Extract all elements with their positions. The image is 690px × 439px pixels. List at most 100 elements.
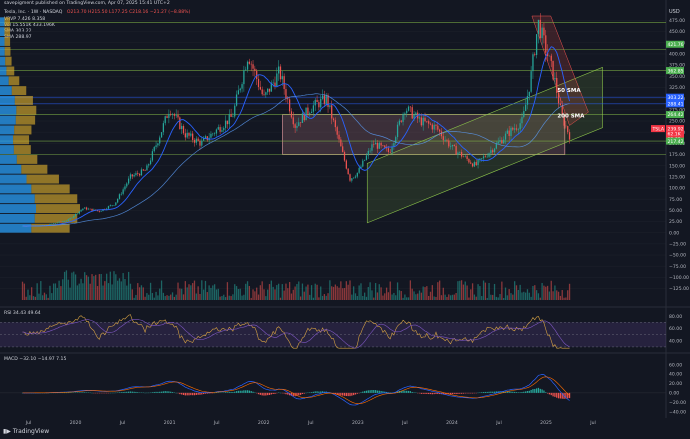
volume-profile-up-bar	[0, 164, 22, 174]
candle-body	[521, 117, 523, 124]
candle-body	[409, 106, 412, 108]
macd-histogram-bar	[190, 392, 192, 396]
macd-histogram-bar	[320, 391, 322, 393]
candle-body	[415, 112, 417, 115]
volume-bar	[47, 297, 49, 300]
candle-body	[268, 88, 271, 92]
candle-body	[71, 217, 73, 219]
volume-profile-down-bar	[4, 36, 11, 46]
volume-bar	[299, 296, 302, 300]
volume-bar	[429, 291, 432, 300]
macd-histogram-bar	[490, 391, 492, 393]
volume-bar	[504, 287, 507, 300]
volume-bar	[118, 278, 121, 300]
candle-body	[338, 134, 340, 140]
macd-histogram-bar	[340, 392, 342, 396]
volume-bar	[252, 289, 254, 300]
volume-bar	[567, 290, 569, 300]
volume-bar	[548, 291, 551, 300]
candle-body	[418, 117, 421, 119]
volume-bar	[424, 287, 426, 300]
volume-bar	[378, 284, 380, 300]
macd-histogram-bar	[263, 392, 265, 396]
candle-body	[351, 178, 353, 181]
volume-profile-up-bar	[0, 204, 37, 214]
y-tick-label: 150.00	[669, 163, 685, 169]
candle-body	[177, 114, 179, 118]
volume-bar	[179, 288, 181, 300]
volume-bar	[524, 292, 527, 300]
volume-bar	[466, 285, 468, 300]
macd-histogram-bar	[534, 388, 536, 393]
volume-bar	[140, 285, 143, 300]
macd-histogram-bar	[184, 392, 186, 396]
volume-bar	[63, 271, 66, 300]
macd-histogram-bar	[470, 392, 472, 394]
candle-body	[65, 220, 68, 222]
volume-bar	[475, 296, 477, 300]
candle-body	[508, 130, 510, 136]
candle-body	[109, 205, 111, 207]
volume-bar	[272, 286, 274, 300]
volume-bar	[274, 289, 276, 300]
volume-bar	[43, 292, 46, 300]
candle-body	[367, 150, 369, 156]
candle-body	[426, 121, 428, 122]
volume-bar	[217, 288, 219, 300]
candle-body	[96, 210, 99, 212]
macd-histogram-bar	[182, 392, 185, 396]
candle-body	[126, 183, 128, 187]
candle-body	[257, 79, 260, 88]
macd-histogram-bar	[460, 392, 463, 394]
candle-body	[374, 142, 377, 145]
volume-bar	[87, 276, 90, 300]
macd-histogram-bar	[245, 390, 247, 393]
price-axis-tag-label: 303.22	[668, 95, 684, 101]
volume-bar	[96, 286, 99, 300]
y-tick-label: −125.00	[669, 286, 689, 292]
volume-bar	[259, 285, 261, 300]
candle-body	[309, 113, 311, 114]
candle-body	[159, 137, 161, 144]
volume-bar	[323, 294, 326, 300]
candle-body	[514, 128, 516, 130]
volume-bar	[347, 284, 349, 300]
volume-bar	[336, 286, 338, 300]
candle-body	[58, 221, 60, 223]
macd-line	[22, 374, 570, 406]
macd-histogram-bar	[318, 391, 320, 393]
volume-bar	[73, 271, 75, 300]
macd-histogram-bar	[512, 391, 514, 393]
volume-bar	[102, 285, 104, 300]
candle-body	[501, 140, 503, 144]
macd-histogram-bar	[84, 392, 86, 393]
macd-histogram-bar	[259, 392, 261, 395]
volume-bar	[146, 293, 148, 300]
candle-body	[199, 140, 201, 146]
candle-body	[171, 114, 174, 115]
candle-body	[506, 130, 508, 134]
volume-profile-up-bar	[0, 46, 5, 56]
macd-histogram-bar	[137, 392, 139, 393]
candle-body	[140, 169, 143, 176]
chart-canvas[interactable]: 50 SMA200 SMA475.00450.00425.00400.00375…	[0, 0, 690, 439]
macd-histogram-bar	[151, 392, 154, 393]
volume-bar	[329, 280, 331, 300]
macd-histogram-bar	[453, 392, 455, 394]
volume-bar	[285, 283, 287, 300]
volume-bar	[426, 286, 428, 300]
candle-body	[504, 133, 507, 140]
candle-body	[184, 133, 186, 138]
candle-body	[107, 206, 110, 209]
macd-histogram-bar	[347, 392, 349, 397]
candle-body	[111, 205, 113, 206]
volume-bar	[420, 292, 422, 300]
volume-bar	[451, 294, 454, 300]
volume-bar	[376, 292, 379, 300]
candle-body	[182, 126, 185, 134]
macd-histogram-bar	[517, 392, 519, 393]
volume-profile-down-bar	[8, 76, 20, 86]
volume-bar	[358, 285, 360, 300]
candle-body	[279, 66, 282, 80]
volume-bar	[301, 283, 304, 300]
